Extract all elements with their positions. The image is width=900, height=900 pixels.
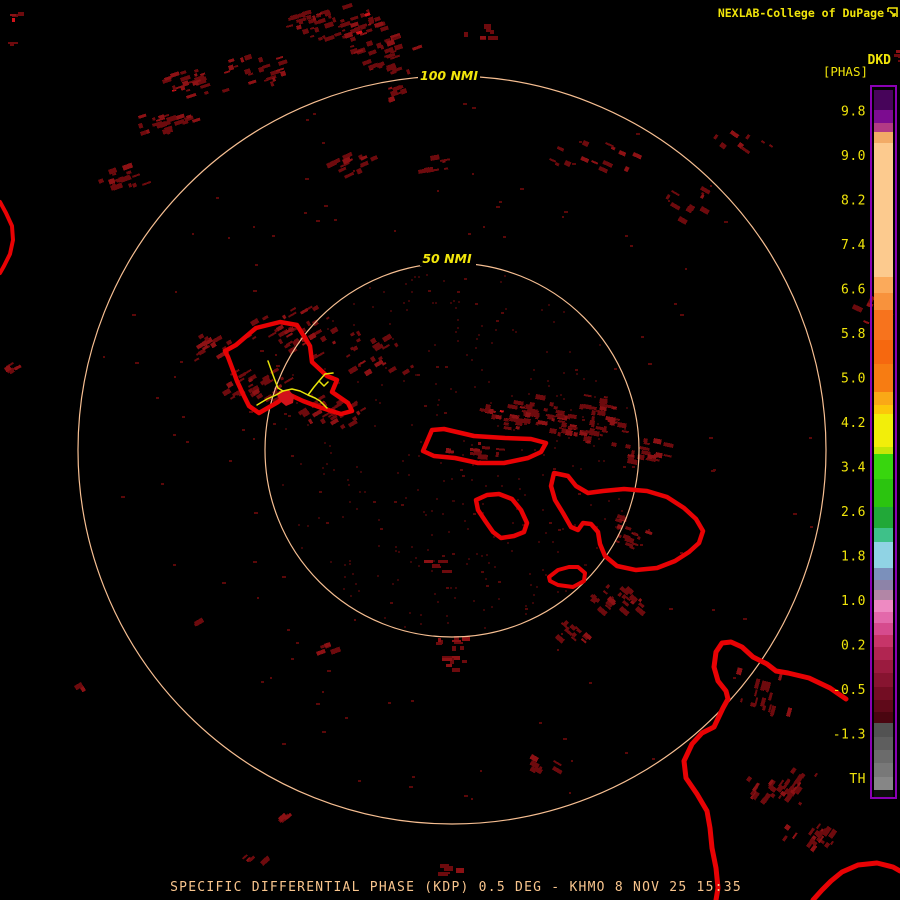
radar-canvas: 100 NMI 50 NMI 9.8 9.0 8.2 7.4 6.6 5.8 5.0 4.2 3… <box>0 2 900 900</box>
echo-center-field-layer <box>273 274 635 629</box>
colorbar-tick-label: 3.4 <box>841 461 866 476</box>
coastline-kahoolawe <box>547 565 587 589</box>
range-ring-labels: 100 NMI 50 NMI <box>418 66 480 266</box>
echo-cluster-layer <box>4 2 900 876</box>
product-units-label: [PHAS] <box>823 64 868 79</box>
colorbar-tick-label: 1.8 <box>841 550 866 565</box>
product-footer-text: SPECIFIC DIFFERENTIAL PHASE (KDP) 0.5 DE… <box>170 880 742 895</box>
colorbar-tick-label: -0.5 <box>833 683 866 698</box>
coastline-big-island-southeast <box>810 860 900 900</box>
colorbar-tick-label: 4.2 <box>841 416 866 431</box>
road-branch <box>318 380 329 387</box>
colorbar-tick-label: 9.0 <box>841 149 866 164</box>
colorbar-tick-label: 2.6 <box>841 505 866 520</box>
ring-label-100nmi: 100 NMI <box>420 68 478 83</box>
colorbar-tick-labels: 9.8 9.0 8.2 7.4 6.6 5.8 5.0 4.2 3.4 2.6 1.8 1.0 0.2 -… <box>833 105 866 788</box>
colorbar-tick-label: 9.8 <box>841 105 866 120</box>
range-ring-100nmi <box>77 75 827 825</box>
colorbar-tick-label: 7.4 <box>841 238 866 253</box>
colorbar-tick-label: 1.0 <box>841 594 866 609</box>
colorbar-tick-label: TH <box>849 772 866 787</box>
product-code-label: DKD <box>868 53 892 68</box>
colorbar-tick-label: 5.8 <box>841 327 866 342</box>
coastline-kauai <box>0 200 15 275</box>
coastline-lanai <box>473 491 530 541</box>
colorbar-segments <box>874 90 893 797</box>
coastline-big-island-north <box>681 639 849 900</box>
radar-display: 100 NMI 50 NMI 9.8 9.0 8.2 7.4 6.6 5.8 5.0 4.2 3… <box>0 0 900 900</box>
colorbar-tick-label: 8.2 <box>841 194 866 209</box>
range-rings <box>77 75 827 825</box>
colorbar-tick-label: 0.2 <box>841 639 866 654</box>
coastlines <box>0 200 900 900</box>
echo-scatter-layer <box>103 103 813 800</box>
colorbar: 9.8 9.0 8.2 7.4 6.6 5.8 5.0 4.2 3.4 2.6 1.8 1.0 0.2 -… <box>833 85 897 799</box>
colorbar-tick-label: 6.6 <box>841 283 866 298</box>
colorbar-tick-label: -1.3 <box>833 728 866 743</box>
cod-logo-icon <box>887 7 898 17</box>
ring-label-50nmi: 50 NMI <box>422 251 472 266</box>
coastline-maui <box>548 470 706 573</box>
colorbar-tick-label: 5.0 <box>841 372 866 387</box>
attribution-text: NEXLAB-College of DuPage <box>718 6 884 20</box>
